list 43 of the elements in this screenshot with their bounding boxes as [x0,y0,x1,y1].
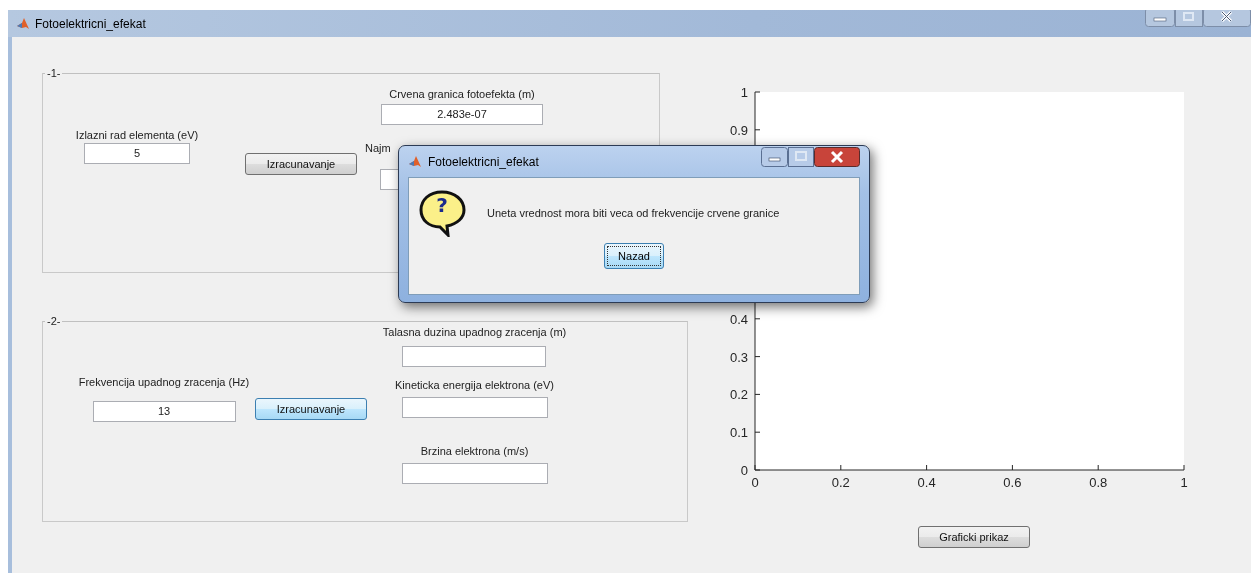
x-tick-label: 0.4 [917,475,936,490]
window-title: Fotoelektricni_efekat [35,16,147,31]
panel-title: -2- [46,315,62,327]
minimize-icon[interactable] [761,147,788,167]
field-label: Najm [365,142,391,154]
y-tick-label: 0.9 [729,122,748,138]
plot-button[interactable]: Graficki prikaz [918,526,1030,548]
field-label: Kineticka energija elektrona (eV) [395,379,554,391]
app-logo-icon [16,16,30,31]
field-label: Crvena granica fotoefekta (m) [389,88,535,100]
y-tick-label: 0 [740,463,748,478]
y-tick-label: 0.4 [729,311,748,327]
x-tick-label: 0.8 [1089,475,1108,490]
output-field[interactable] [401,397,548,418]
close-icon[interactable] [1203,10,1251,27]
back-button[interactable]: Nazad [604,243,664,269]
field-label: Izlazni rad elementa (eV) [75,129,199,141]
dialog-title: Fotoelektricni_efekat [428,154,540,169]
y-tick-label: 1 [740,85,748,100]
dialog-message: Uneta vrednost mora biti veca od frekvencije crvene granice [487,207,780,219]
y-tick-label: 0.3 [729,349,748,365]
maximize-icon[interactable] [788,147,814,167]
output-field[interactable] [401,463,548,484]
calculate-button[interactable]: Izracunavanje [255,398,367,420]
output-field[interactable] [401,346,546,367]
calculate-button[interactable]: Izracunavanje [245,153,357,175]
field-label: Frekvencija upadnog zracenja (Hz) [78,376,250,388]
field-label: Talasna duzina upadnog zracenja (m) [382,326,567,338]
x-tick-label: 0.6 [1003,475,1022,490]
y-tick-label: 0.2 [729,387,748,403]
close-icon[interactable] [814,147,860,167]
input-field[interactable]: 13 [92,401,236,422]
field-label: Brzina elektrona (m/s) [420,445,529,457]
x-tick-label: 0.2 [831,475,850,490]
y-tick-label: 0.1 [729,425,748,441]
minimize-icon[interactable] [1145,10,1175,27]
panel-title: -1- [46,67,62,79]
app-logo-icon [408,154,422,169]
maximize-icon[interactable] [1175,10,1203,27]
x-tick-label: 0 [751,475,759,490]
output-field[interactable]: 2.483e-07 [381,104,543,125]
x-tick-label: 1 [1180,475,1188,490]
input-field[interactable]: 5 [84,143,190,164]
